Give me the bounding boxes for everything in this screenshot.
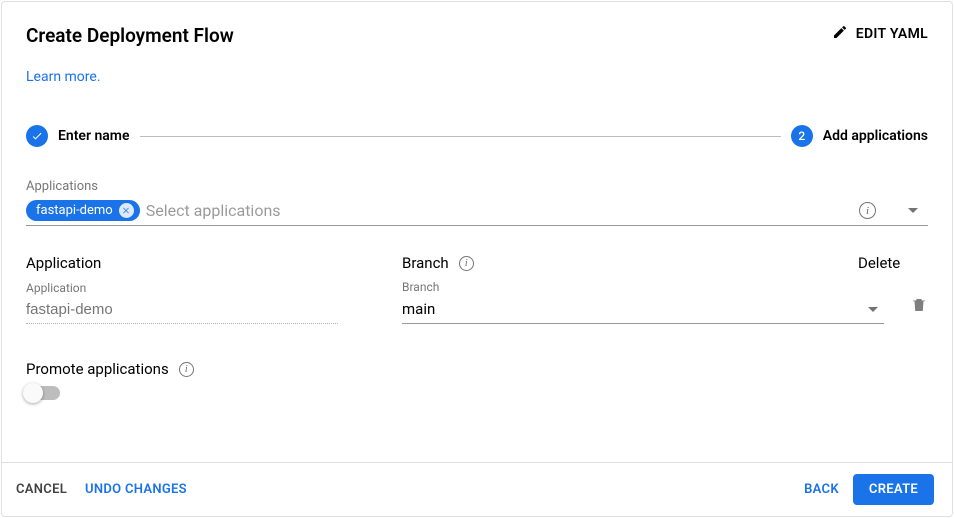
create-deployment-flow-dialog: Create Deployment Flow EDIT YAML Learn m… (1, 1, 953, 517)
dialog-footer: CANCEL UNDO CHANGES BACK CREATE (2, 462, 952, 516)
edit-yaml-button[interactable]: EDIT YAML (832, 24, 928, 44)
info-icon[interactable]: i (459, 256, 474, 271)
promote-applications-toggle[interactable] (26, 386, 60, 400)
info-icon[interactable]: i (859, 202, 876, 219)
delete-row-button[interactable] (910, 296, 928, 318)
application-field[interactable] (26, 297, 338, 324)
dialog-title: Create Deployment Flow (26, 24, 234, 47)
applications-select[interactable]: fastapi-demo Select applications i (26, 200, 928, 226)
chip-label: fastapi-demo (36, 203, 113, 218)
step-label: Enter name (58, 128, 130, 144)
pencil-icon (832, 24, 848, 44)
branch-field-label: Branch (402, 280, 884, 294)
step-connector (140, 136, 781, 137)
learn-more-link[interactable]: Learn more. (26, 69, 928, 85)
column-application: Application (26, 254, 402, 272)
chip-remove-icon[interactable] (119, 203, 134, 218)
application-chip: fastapi-demo (26, 200, 140, 221)
application-field-label: Application (26, 281, 338, 295)
step-add-applications[interactable]: 2 Add applications (791, 125, 928, 147)
applications-placeholder: Select applications (146, 201, 853, 220)
column-branch: Branch i (402, 254, 858, 272)
info-icon[interactable]: i (179, 362, 194, 377)
stepper: Enter name 2 Add applications (26, 125, 928, 147)
undo-changes-button[interactable]: UNDO CHANGES (85, 482, 187, 497)
chevron-down-icon (868, 307, 878, 312)
columns-header: Application Branch i Delete (26, 254, 928, 272)
chevron-down-icon[interactable] (908, 208, 918, 213)
branch-value: main (402, 300, 868, 318)
cancel-button[interactable]: CANCEL (16, 482, 67, 497)
branch-select[interactable]: main (402, 296, 884, 324)
back-button[interactable]: BACK (804, 482, 839, 497)
promote-applications-label: Promote applications (26, 360, 169, 378)
step-enter-name[interactable]: Enter name (26, 125, 130, 147)
step-label: Add applications (823, 128, 928, 144)
toggle-knob (23, 383, 43, 403)
application-row: Application Branch main (26, 280, 928, 324)
edit-yaml-label: EDIT YAML (856, 26, 928, 42)
applications-label: Applications (26, 179, 928, 194)
step-number-icon: 2 (791, 125, 813, 147)
check-icon (26, 125, 48, 147)
column-delete: Delete (858, 254, 928, 272)
create-button[interactable]: CREATE (853, 474, 934, 505)
